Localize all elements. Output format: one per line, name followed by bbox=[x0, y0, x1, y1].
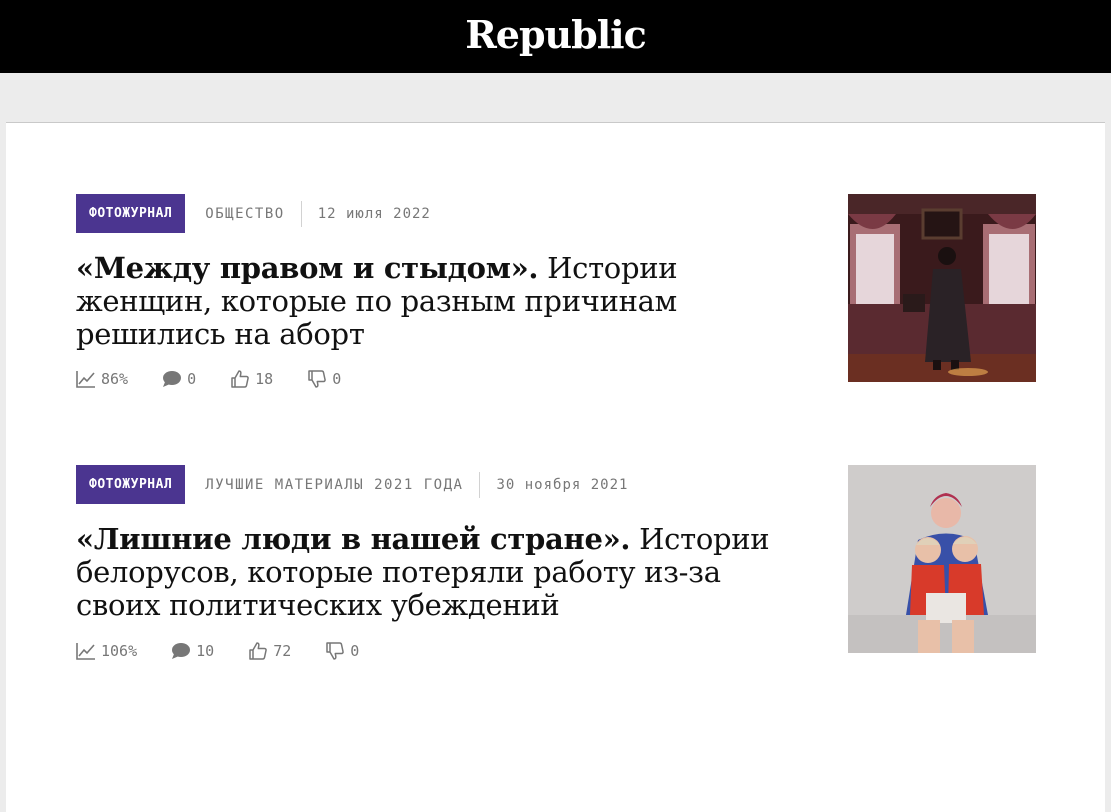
likes-count: 18 bbox=[255, 370, 274, 388]
category-badge[interactable]: ФОТОЖУРНАЛ bbox=[76, 465, 186, 504]
rubric-link[interactable]: ЛУЧШИЕ МАТЕРИАЛЫ 2021 ГОДА bbox=[205, 477, 463, 493]
thumbs-down-icon bbox=[308, 370, 327, 388]
thumbs-down-icon bbox=[326, 642, 345, 660]
article-meta: ФОТОЖУРНАЛ ОБЩЕСТВО 12 июля 2022 bbox=[76, 194, 431, 233]
meta-divider bbox=[300, 200, 302, 227]
comment-icon bbox=[163, 371, 182, 387]
reads-stat: 86% bbox=[76, 370, 128, 388]
reads-value: 86% bbox=[101, 370, 129, 388]
article-stats: 106% 10 72 0 bbox=[76, 640, 393, 662]
photo-mother-with-children bbox=[848, 465, 1036, 653]
article-thumbnail[interactable] bbox=[848, 465, 1036, 653]
article-title-bold: «Между правом и стыдом». bbox=[76, 251, 539, 285]
comment-icon bbox=[172, 643, 191, 659]
site-header: Republic bbox=[0, 0, 1111, 73]
article-title[interactable]: «Между правом и стыдом». Истории женщин,… bbox=[76, 252, 806, 351]
reads-value: 106% bbox=[101, 642, 138, 660]
comments-count: 10 bbox=[196, 642, 215, 660]
article-meta: ФОТОЖУРНАЛ ЛУЧШИЕ МАТЕРИАЛЫ 2021 ГОДА 30… bbox=[76, 465, 628, 504]
meta-divider bbox=[479, 471, 481, 498]
like-button[interactable]: 72 bbox=[248, 641, 291, 661]
photo-woman-at-window bbox=[848, 194, 1036, 382]
category-badge[interactable]: ФОТОЖУРНАЛ bbox=[76, 194, 186, 233]
article-thumbnail[interactable] bbox=[848, 194, 1036, 382]
dislikes-count: 0 bbox=[332, 370, 342, 388]
comments-stat[interactable]: 0 bbox=[162, 370, 196, 388]
article-card: ФОТОЖУРНАЛ ЛУЧШИЕ МАТЕРИАЛЫ 2021 ГОДА 30… bbox=[76, 465, 1036, 660]
reads-stat: 106% bbox=[76, 642, 137, 660]
article-card: ФОТОЖУРНАЛ ОБЩЕСТВО 12 июля 2022 «Между … bbox=[76, 194, 1036, 388]
publish-date: 12 июля 2022 bbox=[317, 205, 431, 222]
thumbs-up-icon bbox=[231, 370, 249, 388]
chart-trend-icon bbox=[76, 371, 95, 388]
publish-date: 30 ноября 2021 bbox=[496, 476, 629, 493]
dislikes-count: 0 bbox=[350, 642, 360, 660]
article-stats: 86% 0 18 0 bbox=[76, 368, 375, 390]
thumbs-up-icon bbox=[249, 642, 268, 660]
article-title-bold: «Лишние люди в нашей стране». bbox=[76, 522, 631, 556]
article-title[interactable]: «Лишние люди в нашей стране». Истории бе… bbox=[76, 523, 806, 622]
dislike-button[interactable]: 0 bbox=[307, 369, 341, 389]
comments-stat[interactable]: 10 bbox=[171, 642, 214, 660]
site-logo[interactable]: Republic bbox=[465, 15, 647, 54]
chart-trend-icon bbox=[76, 643, 95, 660]
dislike-button[interactable]: 0 bbox=[325, 641, 359, 661]
rubric-link[interactable]: ОБЩЕСТВО bbox=[205, 206, 284, 222]
like-button[interactable]: 18 bbox=[230, 369, 273, 389]
comments-count: 0 bbox=[187, 370, 197, 388]
article-list: ФОТОЖУРНАЛ ОБЩЕСТВО 12 июля 2022 «Между … bbox=[6, 122, 1105, 812]
likes-count: 72 bbox=[273, 642, 292, 660]
